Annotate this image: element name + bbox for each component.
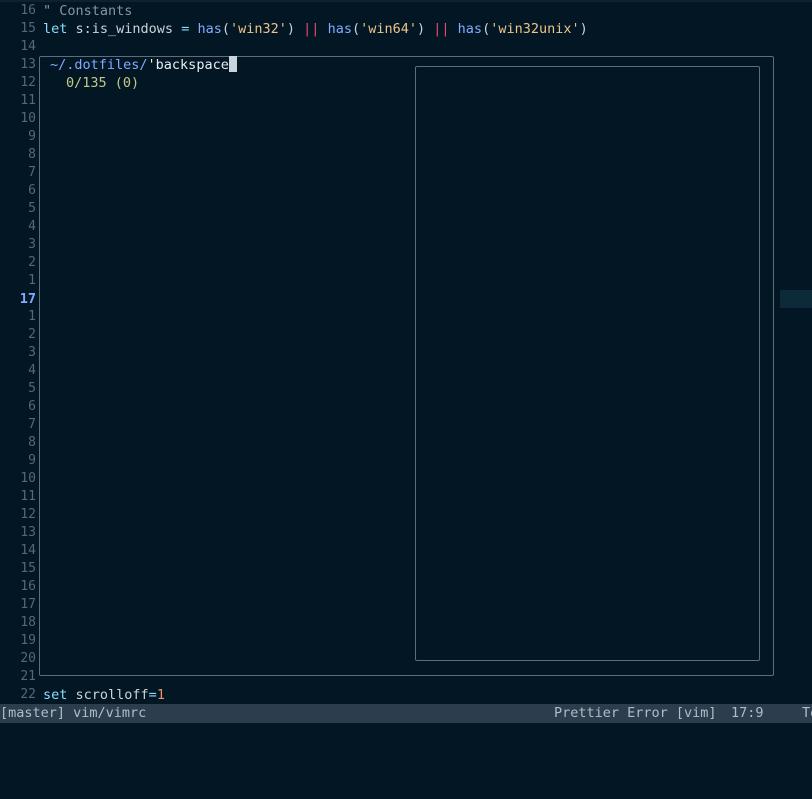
code-line[interactable]: let s:is_windows = has('win32') || has('… [43,20,588,38]
line-number: 8 [28,147,36,162]
line-number: 16 [20,579,36,594]
code-token: ( [351,21,361,37]
line-number: 7 [28,417,36,432]
fzf-match-count: 0/135 (0) [66,75,140,91]
line-number: 9 [28,453,36,468]
line-number: 20 [20,651,36,666]
line-number: 5 [28,201,36,216]
line-number: 3 [28,345,36,360]
line-number: 6 [28,183,36,198]
line-number: 12 [20,75,36,90]
line-number: 10 [20,111,36,126]
code-token: scrolloff [75,687,149,703]
fzf-prompt[interactable]: ~/.dotfiles/'backspace [50,56,237,74]
line-number: 8 [28,435,36,450]
line-number: 4 [28,219,36,234]
code-token: ( [482,21,491,37]
cursorline-highlight [780,290,812,308]
code-token: let [43,21,76,37]
status-linter: Prettier Error [vim] [554,705,717,721]
code-token: has [197,21,222,37]
fzf-prompt-path: ~/.dotfiles/ [50,57,148,73]
line-number: 15 [20,561,36,576]
line-number: 2 [28,327,36,342]
line-number: 16 [20,3,36,18]
code-token: = [181,21,198,37]
fzf-preview-pane[interactable] [415,66,760,661]
code-token: ) [579,21,588,37]
code-token: 'win32unix' [490,21,580,37]
code-token: has [327,21,352,37]
code-token: s:is_windows [75,21,182,37]
line-number: 19 [20,633,36,648]
code-token: set [43,687,76,703]
line-number: 10 [20,471,36,486]
line-number: 9 [28,129,36,144]
status-clipped-text: To [802,705,812,721]
code-token: has [457,21,483,37]
line-number: 11 [20,489,36,504]
code-token: 'win64' [360,21,417,37]
statusline: [master] vim/vimrc Prettier Error [vim] … [0,704,812,723]
line-number: 1 [28,309,36,324]
code-token: || [433,21,450,37]
line-number: 14 [20,543,36,558]
code-token: 1 [156,687,165,703]
line-number: 13 [20,57,36,72]
code-token: ) [286,21,304,37]
line-number: 17 [20,597,36,612]
fzf-search-query[interactable]: 'backspace [148,57,229,73]
status-cursor-position: 17:9 [731,705,764,721]
line-number: 2 [28,255,36,270]
code-line[interactable]: set scrolloff=1 [43,686,165,704]
line-number: 13 [20,525,36,540]
code-token: = [148,687,157,703]
line-number: 11 [20,93,36,108]
code-token: ) [417,21,434,37]
code-token: || [303,21,320,37]
code-token: 'win32' [229,21,287,37]
text-cursor [228,56,237,72]
line-number: 22 [20,687,36,702]
code-token: ( [221,21,230,37]
code-line[interactable]: " Constants [43,2,132,20]
line-number: 12 [20,507,36,522]
line-number: 3 [28,237,36,252]
line-number: 14 [20,39,36,54]
line-number: 7 [28,165,36,180]
line-number: 6 [28,399,36,414]
line-number: 17 [19,291,36,307]
line-number: 4 [28,363,36,378]
code-token: " Constants [43,3,133,19]
line-number: 15 [20,21,36,36]
line-number: 21 [20,669,36,684]
line-number: 5 [28,381,36,396]
status-branch-file: [master] vim/vimrc [0,705,147,721]
line-number: 18 [20,615,36,630]
line-number: 1 [28,273,36,288]
